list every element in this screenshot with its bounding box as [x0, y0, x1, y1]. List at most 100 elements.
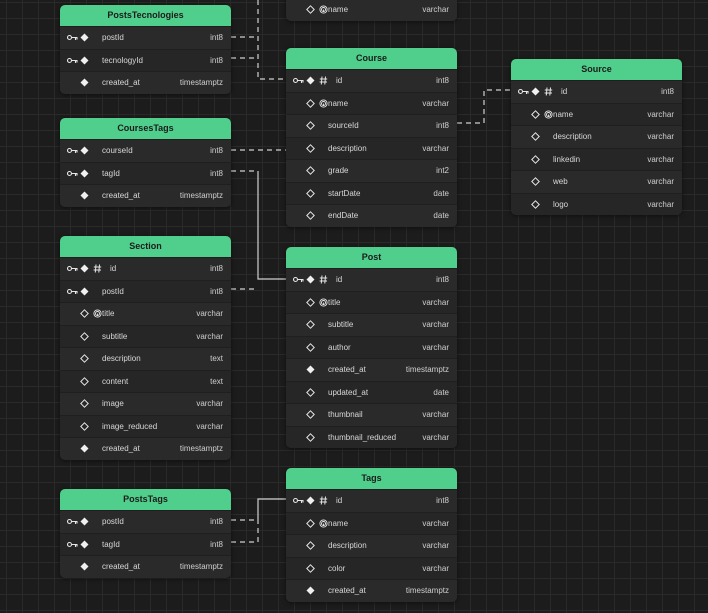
column-row[interactable]: color varchar — [286, 556, 457, 579]
column-row[interactable]: name varchar — [286, 91, 457, 114]
column-name: name — [328, 518, 349, 528]
column-type: timestamptz — [179, 562, 223, 571]
column-row[interactable]: created_at timestamptz — [60, 184, 231, 207]
column-row[interactable]: id int8 — [286, 268, 457, 291]
column-row[interactable]: created_at timestamptz — [60, 437, 231, 460]
column-type: varchar — [647, 154, 674, 164]
column-row[interactable]: created_at timestamptz — [60, 555, 231, 578]
nullable-diamond-icon — [306, 337, 315, 358]
column-row[interactable]: linkedin varchar — [511, 147, 682, 170]
column-type: timestamptz — [179, 444, 223, 453]
column-name: subtitle — [328, 320, 354, 329]
column-type: timestamptz — [179, 191, 223, 200]
table-partial-top[interactable]: name varchar — [286, 0, 457, 21]
column-row[interactable]: updated_at date — [286, 380, 457, 403]
column-row[interactable]: description varchar — [286, 534, 457, 557]
identity-hash-icon — [544, 81, 554, 102]
column-type: varchar — [422, 342, 449, 352]
table-source[interactable]: Source id int8 name varchar description varch… — [511, 59, 682, 215]
column-row[interactable]: id int8 — [511, 80, 682, 103]
column-row[interactable]: postId int8 — [60, 510, 231, 533]
column-row[interactable]: name varchar — [286, 0, 457, 21]
column-row[interactable]: content text — [60, 369, 231, 392]
column-type: int2 — [436, 166, 449, 175]
column-row[interactable]: created_at timestamptz — [286, 579, 457, 602]
column-name: thumbnail — [328, 410, 363, 419]
table-course[interactable]: Course id int8 name varchar sourceId int8 desc… — [286, 48, 457, 227]
column-name: subtitle — [102, 331, 128, 341]
column-row[interactable]: image varchar — [60, 392, 231, 415]
column-name: created_at — [328, 365, 366, 374]
column-name: id — [336, 275, 343, 284]
table-title: PostsTecnologies — [60, 5, 231, 26]
column-row[interactable]: image_reduced varchar — [60, 414, 231, 437]
column-row[interactable]: description varchar — [286, 136, 457, 159]
column-row[interactable]: name varchar — [286, 511, 457, 534]
column-row[interactable]: created_at timestamptz — [286, 358, 457, 381]
column-type: varchar — [196, 331, 223, 341]
column-row[interactable]: created_at timestamptz — [60, 71, 231, 94]
column-row[interactable]: postId int8 — [60, 279, 231, 302]
table-title: Tags — [286, 468, 457, 489]
column-name: sourceId — [328, 121, 359, 130]
column-type: int8 — [661, 87, 674, 96]
primary-key-icon — [67, 258, 78, 279]
nullable-diamond-icon — [306, 292, 315, 313]
nullable-diamond-icon — [80, 416, 89, 437]
column-row[interactable]: sourceId int8 — [286, 114, 457, 137]
column-name: web — [553, 177, 568, 186]
column-row[interactable]: tagId int8 — [60, 532, 231, 555]
nullable-diamond-icon — [306, 382, 315, 403]
rel-trunk-upper — [257, 0, 286, 80]
column-row[interactable]: subtitle varchar — [60, 324, 231, 347]
table-section[interactable]: Section id int8 postId int8 title varchar subt… — [60, 236, 231, 460]
column-type: int8 — [210, 517, 223, 526]
table-post[interactable]: Post id int8 title varchar subtitle varchar au… — [286, 247, 457, 448]
column-row[interactable]: description text — [60, 347, 231, 370]
required-diamond-icon — [80, 438, 89, 459]
required-diamond-icon — [80, 72, 89, 93]
table-coursestags[interactable]: CoursesTags courseId int8 tagId int8 created… — [60, 118, 231, 207]
column-row[interactable]: title varchar — [60, 302, 231, 325]
column-row[interactable]: id int8 — [286, 489, 457, 512]
table-poststags[interactable]: PostsTags postId int8 tagId int8 created_at t… — [60, 489, 231, 578]
nullable-diamond-icon — [306, 513, 315, 534]
required-diamond-icon — [80, 163, 89, 184]
nullable-diamond-icon — [306, 183, 315, 204]
required-diamond-icon — [80, 511, 89, 532]
column-name: created_at — [102, 444, 140, 453]
column-row[interactable]: subtitle varchar — [286, 313, 457, 336]
column-row[interactable]: thumbnail_reduced varchar — [286, 425, 457, 448]
column-row[interactable]: courseId int8 — [60, 139, 231, 162]
column-type: int8 — [210, 264, 223, 273]
column-row[interactable]: name varchar — [511, 102, 682, 125]
table-title: Post — [286, 247, 457, 268]
table-tags[interactable]: Tags id int8 name varchar description varchar… — [286, 468, 457, 602]
column-type: date — [433, 387, 449, 397]
column-row[interactable]: startDate date — [286, 181, 457, 204]
column-row[interactable]: logo varchar — [511, 192, 682, 215]
table-poststecnologies[interactable]: PostsTecnologies postId int8 tecnologyId in… — [60, 5, 231, 94]
column-row[interactable]: postId int8 — [60, 26, 231, 49]
column-row[interactable]: author varchar — [286, 335, 457, 358]
table-title: Course — [286, 48, 457, 69]
rel-post-trunk — [257, 171, 286, 280]
required-diamond-icon — [80, 556, 89, 577]
column-row[interactable]: endDate date — [286, 204, 457, 227]
primary-key-icon — [293, 70, 304, 91]
column-row[interactable]: tecnologyId int8 — [60, 48, 231, 71]
required-diamond-icon — [306, 490, 315, 511]
column-row[interactable]: description varchar — [511, 125, 682, 148]
required-diamond-icon — [531, 81, 540, 102]
column-row[interactable]: tagId int8 — [60, 161, 231, 184]
column-row[interactable]: thumbnail varchar — [286, 403, 457, 426]
rel-poststags-tagid — [231, 520, 259, 543]
column-row[interactable]: id int8 — [286, 69, 457, 92]
column-name: logo — [553, 199, 569, 209]
column-row[interactable]: web varchar — [511, 170, 682, 193]
column-row[interactable]: title varchar — [286, 290, 457, 313]
nullable-diamond-icon — [80, 326, 89, 347]
column-row[interactable]: id int8 — [60, 257, 231, 280]
column-row[interactable]: grade int2 — [286, 159, 457, 182]
required-diamond-icon — [80, 50, 89, 71]
